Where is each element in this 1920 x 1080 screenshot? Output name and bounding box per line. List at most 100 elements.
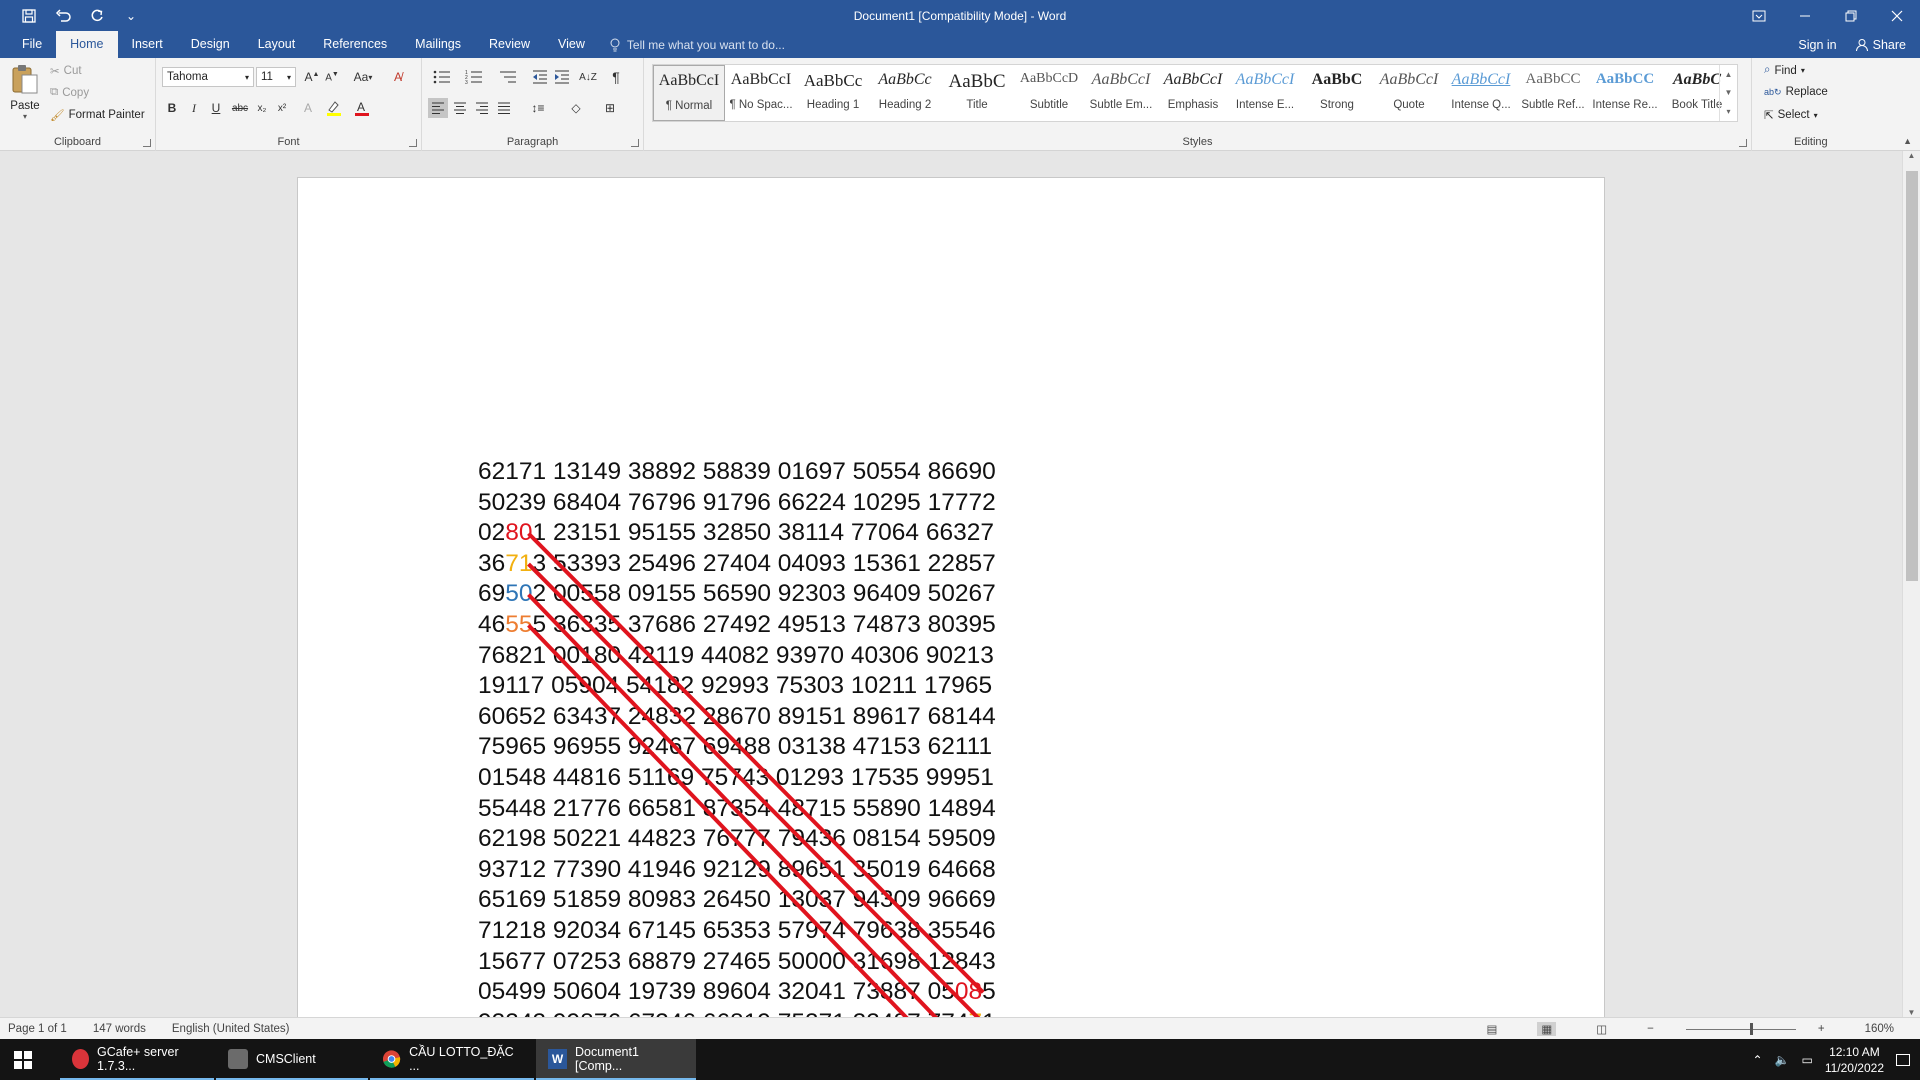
find-button[interactable]: ⌕ Find ▾ xyxy=(1764,64,1805,77)
chevron-down-icon[interactable]: ▼ xyxy=(1903,1008,1920,1017)
page-count[interactable]: Page 1 of 1 xyxy=(8,1023,67,1035)
font-name-box[interactable]: Tahoma ▾ xyxy=(162,67,254,87)
tab-mailings[interactable]: Mailings xyxy=(401,31,475,58)
multilevel-list-button[interactable] xyxy=(494,67,522,87)
style-emphasis[interactable]: AaBbCcI Emphasis xyxy=(1157,65,1229,121)
gallery-scroll[interactable]: ▲ ▼ ▾ xyxy=(1719,65,1737,121)
tab-review[interactable]: Review xyxy=(475,31,544,58)
text-effects-button[interactable]: A xyxy=(298,98,318,118)
subscript-button[interactable]: x₂ xyxy=(252,98,272,118)
style-heading-2[interactable]: AaBbCc Heading 2 xyxy=(869,65,941,121)
decrease-indent-button[interactable] xyxy=(530,67,550,87)
increase-indent-button[interactable] xyxy=(552,67,572,87)
grow-font-button[interactable]: A▲ xyxy=(302,67,322,87)
line-spacing-button[interactable]: ↕≡ xyxy=(524,98,552,118)
share-button[interactable]: Share xyxy=(1855,38,1906,52)
print-layout-icon[interactable]: ▦ xyxy=(1537,1022,1557,1036)
show-marks-button[interactable]: ¶ xyxy=(606,67,626,87)
zoom-level[interactable]: 160% xyxy=(1865,1023,1894,1035)
zoom-out-button[interactable]: − xyxy=(1647,1023,1654,1035)
dialog-launcher-icon[interactable] xyxy=(143,139,151,147)
style-no-spacing[interactable]: AaBbCcI ¶ No Spac... xyxy=(725,65,797,121)
change-case-button[interactable]: Aa ▾ xyxy=(348,67,378,87)
copy-button[interactable]: ⧉ Copy xyxy=(50,86,89,99)
font-color-button[interactable]: A xyxy=(352,98,372,118)
align-left-button[interactable] xyxy=(428,98,448,118)
style-strong[interactable]: AaBbC Strong xyxy=(1301,65,1373,121)
numbering-button[interactable]: 123 xyxy=(460,67,488,87)
ribbon-display-options-button[interactable] xyxy=(1736,0,1782,31)
tab-file[interactable]: File xyxy=(8,31,56,58)
tab-home[interactable]: Home xyxy=(56,31,118,58)
zoom-slider-thumb[interactable] xyxy=(1749,1022,1753,1035)
style-subtle-emphasis[interactable]: AaBbCcI Subtle Em... xyxy=(1085,65,1157,121)
cut-button[interactable]: ✂ Cut xyxy=(50,64,82,78)
style-intense-quote[interactable]: AaBbCcI Intense Q... xyxy=(1445,65,1517,121)
align-center-button[interactable] xyxy=(450,98,470,118)
scrollbar-thumb[interactable] xyxy=(1906,171,1918,581)
shading-button[interactable]: ◇ xyxy=(562,98,590,118)
chevron-up-icon[interactable]: ⌃ xyxy=(1752,1053,1762,1067)
minimize-button[interactable] xyxy=(1782,0,1828,31)
read-mode-icon[interactable]: ▤ xyxy=(1487,1022,1498,1036)
shrink-font-button[interactable]: A▼ xyxy=(322,67,342,87)
tab-insert[interactable]: Insert xyxy=(118,31,177,58)
clock[interactable]: 12:10 AM 11/20/2022 xyxy=(1825,1044,1884,1076)
restore-button[interactable] xyxy=(1828,0,1874,31)
zoom-slider[interactable] xyxy=(1685,1022,1796,1035)
chevron-up-icon[interactable]: ▲ xyxy=(1903,151,1920,160)
style-title[interactable]: AaBbC Title xyxy=(941,65,1013,121)
bold-button[interactable]: B xyxy=(162,98,182,118)
sign-in-link[interactable]: Sign in xyxy=(1798,38,1836,52)
taskbar-item-cmsclient[interactable]: CMSClient xyxy=(216,1039,368,1080)
borders-button[interactable]: ⊞ xyxy=(596,98,624,118)
volume-icon[interactable]: 🔈 xyxy=(1775,1053,1790,1067)
tell-me-box[interactable]: Tell me what you want to do... xyxy=(609,31,785,58)
sort-button[interactable]: A↓Z xyxy=(578,67,598,87)
chevron-down-icon[interactable]: ▼ xyxy=(1725,88,1733,97)
strikethrough-button[interactable]: abc xyxy=(230,98,250,118)
highlight-button[interactable] xyxy=(324,98,344,118)
undo-button[interactable] xyxy=(48,0,78,31)
align-right-button[interactable] xyxy=(472,98,492,118)
web-layout-icon[interactable]: ◫ xyxy=(1596,1022,1607,1036)
format-painter-button[interactable]: 🖌 Format Painter xyxy=(50,108,145,122)
style-normal[interactable]: AaBbCcI ¶ Normal xyxy=(653,65,725,121)
style-heading-1[interactable]: AaBbCc Heading 1 xyxy=(797,65,869,121)
zoom-in-button[interactable]: + xyxy=(1818,1023,1825,1035)
redo-button[interactable] xyxy=(82,0,112,31)
dialog-launcher-icon[interactable] xyxy=(1739,139,1747,147)
taskbar-item-word[interactable]: W Document1 [Comp... xyxy=(536,1039,696,1080)
tab-design[interactable]: Design xyxy=(177,31,244,58)
network-icon[interactable]: ▭ xyxy=(1801,1053,1812,1067)
select-button[interactable]: ⇱ Select ▾ xyxy=(1764,108,1818,122)
dialog-launcher-icon[interactable] xyxy=(631,139,639,147)
start-button[interactable] xyxy=(0,1039,46,1080)
style-intense-emphasis[interactable]: AaBbCcI Intense E... xyxy=(1229,65,1301,121)
superscript-button[interactable]: x² xyxy=(272,98,292,118)
style-subtle-reference[interactable]: AaBbCC Subtle Ref... xyxy=(1517,65,1589,121)
underline-button[interactable]: U xyxy=(206,98,226,118)
dialog-launcher-icon[interactable] xyxy=(409,139,417,147)
customize-qat-button[interactable]: ⌄ xyxy=(116,0,146,31)
save-button[interactable] xyxy=(14,0,44,31)
font-size-box[interactable]: 11 ▾ xyxy=(256,67,296,87)
replace-button[interactable]: ab↻ Replace xyxy=(1764,86,1828,98)
word-count[interactable]: 147 words xyxy=(93,1023,146,1035)
italic-button[interactable]: I xyxy=(184,98,204,118)
more-icon[interactable]: ▾ xyxy=(1726,107,1730,116)
notifications-icon[interactable] xyxy=(1896,1053,1910,1066)
style-quote[interactable]: AaBbCcI Quote xyxy=(1373,65,1445,121)
vertical-scrollbar[interactable]: ▲ ▼ xyxy=(1902,151,1920,1017)
tab-layout[interactable]: Layout xyxy=(244,31,310,58)
justify-button[interactable] xyxy=(494,98,514,118)
taskbar-item-chrome[interactable]: CẦU LOTTO_ĐẶC ... xyxy=(370,1039,534,1080)
style-subtitle[interactable]: AaBbCcD Subtitle xyxy=(1013,65,1085,121)
tab-references[interactable]: References xyxy=(309,31,401,58)
close-button[interactable] xyxy=(1874,0,1920,31)
collapse-ribbon-icon[interactable]: ▲ xyxy=(1903,136,1912,146)
style-intense-reference[interactable]: AaBbCC Intense Re... xyxy=(1589,65,1661,121)
taskbar-item-gcafe[interactable]: GCafe+ server 1.7.3... xyxy=(60,1039,214,1080)
language[interactable]: English (United States) xyxy=(172,1023,290,1035)
paste-button[interactable]: Paste ▾ xyxy=(6,64,44,130)
